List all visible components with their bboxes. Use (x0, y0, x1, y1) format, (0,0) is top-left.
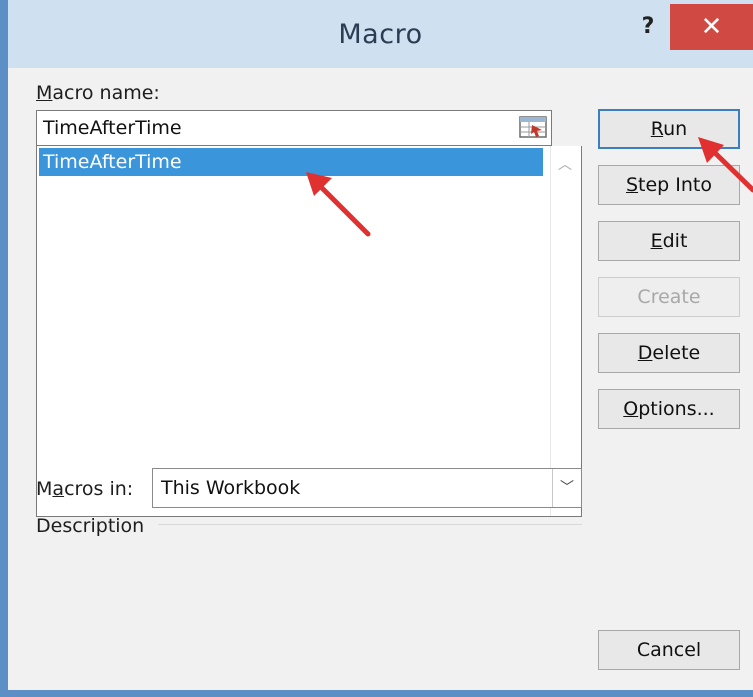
dialog-frame: Macro ? ✕ Macro name: TimeAfterTime Time… (0, 0, 753, 697)
description-label: Description (36, 515, 145, 537)
collapse-dialog-icon[interactable] (517, 112, 551, 144)
macro-name-label: Macro name: (36, 82, 160, 104)
macro-name-value: TimeAfterTime (43, 117, 182, 139)
close-button[interactable]: ✕ (670, 4, 753, 50)
edit-button[interactable]: Edit (598, 221, 740, 261)
description-divider (158, 524, 582, 525)
macros-in-label: Macros in: (36, 478, 134, 500)
delete-button[interactable]: Delete (598, 333, 740, 373)
help-button[interactable]: ? (633, 14, 663, 44)
list-scrollbar[interactable]: ︿ ﹀ (550, 146, 581, 516)
scroll-up-icon[interactable]: ︿ (558, 154, 572, 173)
run-button[interactable]: Run (598, 109, 740, 149)
macros-in-select[interactable]: This Workbook ﹀ (152, 468, 582, 508)
dialog-body: Macro name: TimeAfterTime TimeAfterTime … (8, 68, 753, 690)
title-bar: Macro ? (8, 0, 753, 68)
macros-in-value: This Workbook (161, 477, 301, 499)
chevron-down-icon[interactable]: ﹀ (552, 469, 581, 507)
options-button[interactable]: Options... (598, 389, 740, 429)
macro-list[interactable]: TimeAfterTime ︿ ﹀ (36, 146, 582, 517)
cancel-button[interactable]: Cancel (598, 630, 740, 670)
list-item[interactable]: TimeAfterTime (39, 148, 543, 176)
macro-name-input[interactable]: TimeAfterTime (36, 110, 552, 146)
create-button: Create (598, 277, 740, 317)
step-into-button[interactable]: Step Into (598, 165, 740, 205)
